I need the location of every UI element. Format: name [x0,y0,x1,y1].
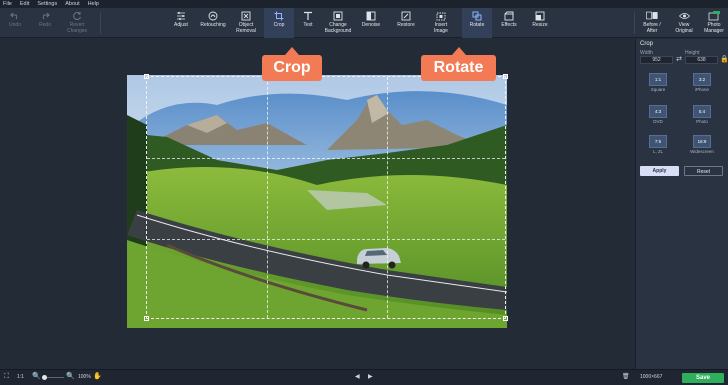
photo-manager-button[interactable]: Photo Manager [700,8,728,38]
grid-line [147,158,505,159]
view-original-button[interactable]: View Original [671,8,697,38]
redo-button[interactable]: Redo [33,8,57,38]
grid-line [387,77,388,318]
next-image-icon[interactable]: ▶ [368,373,373,380]
fit-icon[interactable]: ⛶ [4,373,9,381]
width-field[interactable]: 952 [640,56,673,64]
crop-handle-bottom-right[interactable] [503,316,508,321]
crop-handle-top-left[interactable] [144,74,149,79]
crop-handle-top-right[interactable] [503,74,508,79]
insert-image-icon [435,10,447,21]
object-removal-icon [240,10,252,21]
eye-icon [678,10,690,21]
crop-callout: Crop [262,47,322,81]
zoom-in-icon[interactable]: 🔍 [66,372,75,380]
panel-title: Crop [640,41,654,47]
text-icon [302,10,314,21]
toolbar: Undo Redo Revert Changes Adjust Retouchi… [0,8,728,38]
tool-retouching[interactable]: Retouching [197,8,229,38]
save-button[interactable]: Save [682,373,724,383]
menu-bar: File Edit Settings About Help [0,0,728,8]
menu-about[interactable]: About [65,0,79,8]
crop-handle-bottom-left[interactable] [144,316,149,321]
crop-icon [273,10,285,21]
tool-rotate[interactable]: Rotate [462,8,492,38]
before-after-icon [646,10,658,21]
image-dimensions: 1000×667 [640,374,663,380]
hand-icon[interactable]: ✋ [93,372,102,380]
preset-iphone[interactable]: 3:2 iPhone [687,73,717,92]
tool-crop[interactable]: Crop [264,8,294,38]
revert-changes-button[interactable]: Revert Changes [62,8,92,38]
preset-square[interactable]: 1:1 Square [643,73,673,92]
restore-icon [400,10,412,21]
trash-icon[interactable]: 🗑 [622,373,630,380]
swap-icon[interactable]: ⇄ [675,55,683,64]
grid-line [147,239,505,240]
tool-restore[interactable]: Restore [392,8,420,38]
lock-icon[interactable]: 🔒 [720,55,728,64]
tool-text[interactable]: Text [296,8,320,38]
reset-button[interactable]: Reset [684,166,723,176]
redo-icon [39,10,51,21]
status-bar: ⛶ 1:1 🔍 🔍 100% ✋ ◀ ▶ 🗑 1000×667 Save [0,369,728,385]
photo-manager-icon [708,10,720,21]
menu-settings[interactable]: Settings [37,0,57,8]
preset-dvd[interactable]: 4:3 DVD [643,105,673,124]
prev-image-icon[interactable]: ◀ [355,373,360,380]
tool-change-background[interactable]: Change Background [322,8,354,38]
background-icon [332,10,344,21]
zoom-slider-thumb[interactable] [42,375,47,380]
preset-photo[interactable]: 5:4 Photo [687,105,717,124]
tool-effects[interactable]: Effects [496,8,522,38]
height-field[interactable]: 638 [685,56,718,64]
undo-icon [9,10,21,21]
revert-icon [71,10,83,21]
preset-l2l[interactable]: 7:5 L, 2L [643,135,673,154]
denoise-icon [365,10,377,21]
sliders-icon [175,10,187,21]
tool-resize[interactable]: Resize [527,8,553,38]
before-after-button[interactable]: Before / After [638,8,666,38]
zoom-out-icon[interactable]: 🔍 [32,372,41,380]
rotate-callout: Rotate [421,47,496,81]
tool-insert-image[interactable]: Insert Image [427,8,455,38]
zoom-slider[interactable] [42,375,64,380]
zoom-1-1-button[interactable]: 1:1 [17,374,24,380]
apply-button[interactable]: Apply [640,166,679,176]
tool-adjust[interactable]: Adjust [167,8,195,38]
zoom-level: 100% [78,374,91,380]
retouch-icon [207,10,219,21]
crop-frame[interactable] [144,74,508,321]
grid-line [267,77,268,318]
effects-icon [503,10,515,21]
tool-object-removal[interactable]: Object Removal [231,8,261,38]
undo-button[interactable]: Undo [3,8,27,38]
menu-file[interactable]: File [3,0,12,8]
resize-icon [534,10,546,21]
crop-panel: Crop Width Height 952 ⇄ 638 🔒 1:1 Square… [635,39,728,369]
menu-help[interactable]: Help [88,0,99,8]
menu-edit[interactable]: Edit [20,0,29,8]
tool-denoise[interactable]: Denoise [357,8,385,38]
rotate-icon [471,10,483,21]
preset-widescreen[interactable]: 16:9 Widescreen [687,135,717,154]
